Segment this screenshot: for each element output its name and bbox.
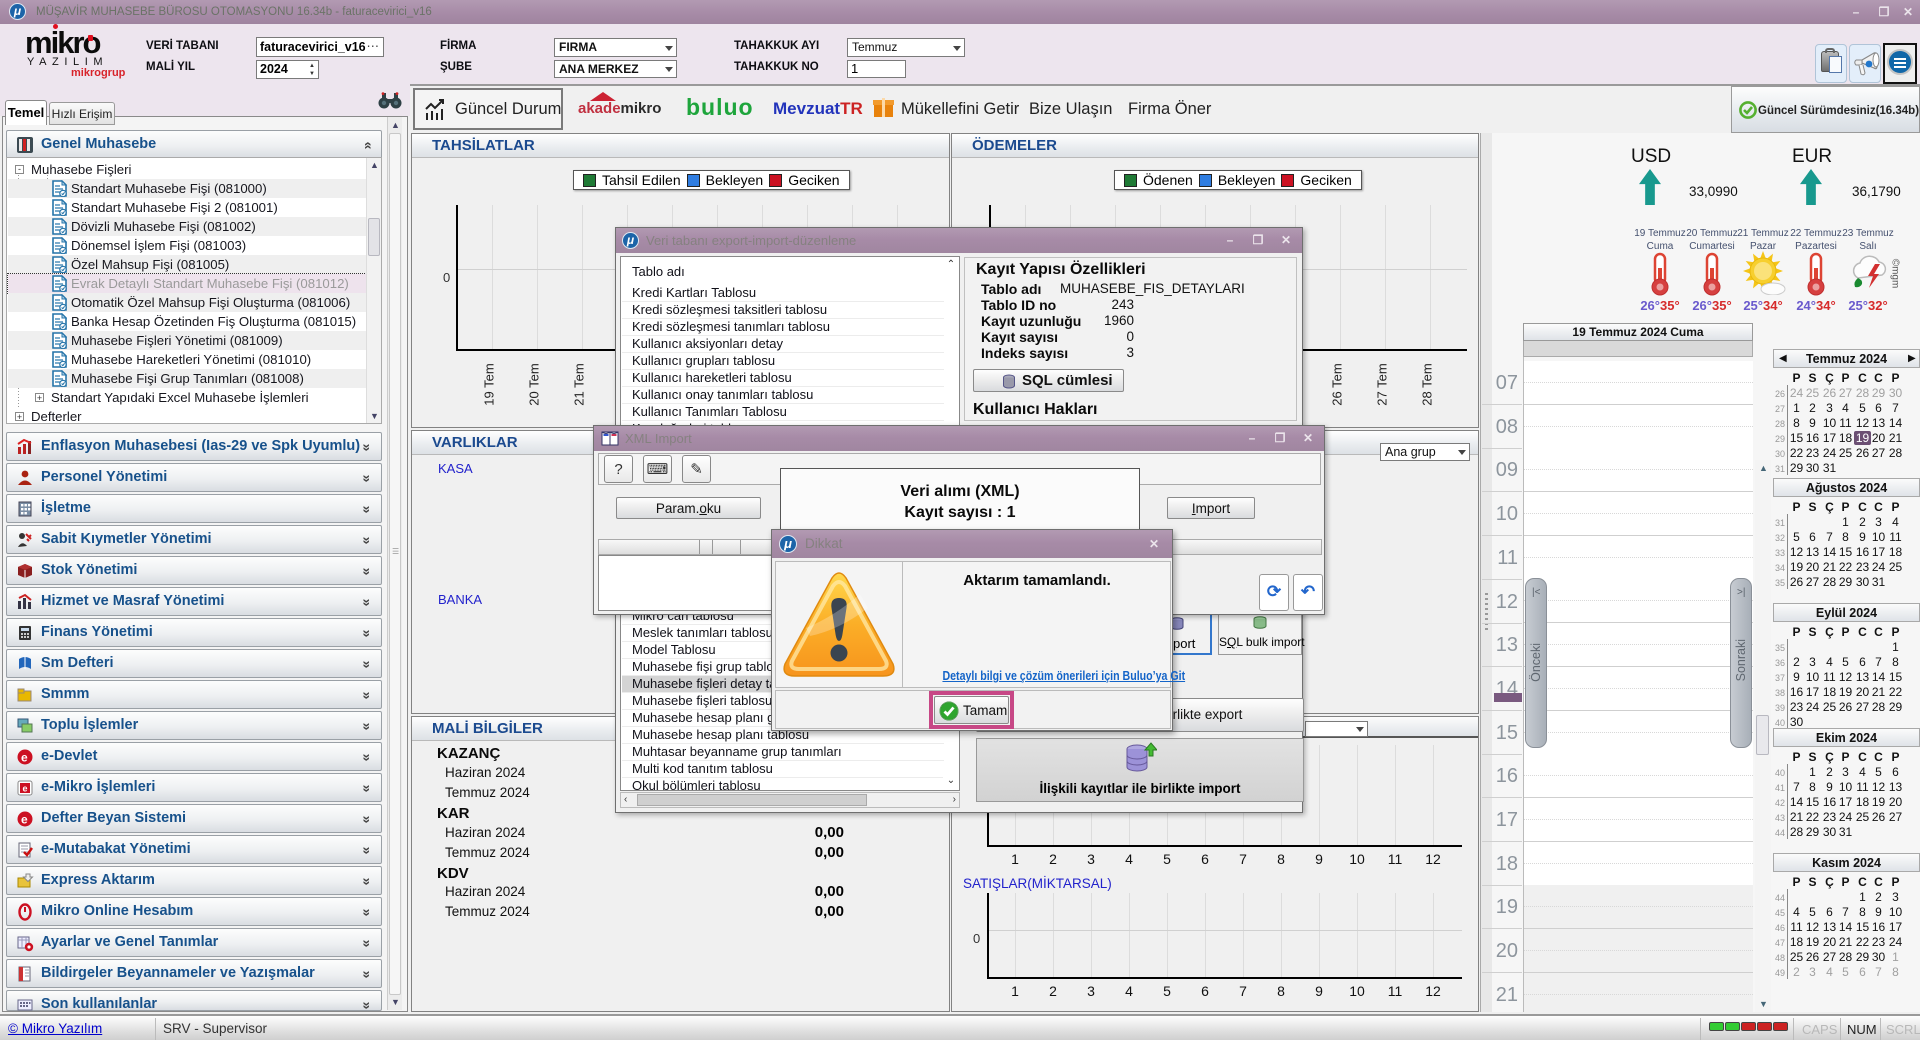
svg-text:e: e bbox=[21, 813, 28, 827]
svg-text:e: e bbox=[23, 784, 28, 794]
svg-text:e: e bbox=[21, 751, 28, 765]
